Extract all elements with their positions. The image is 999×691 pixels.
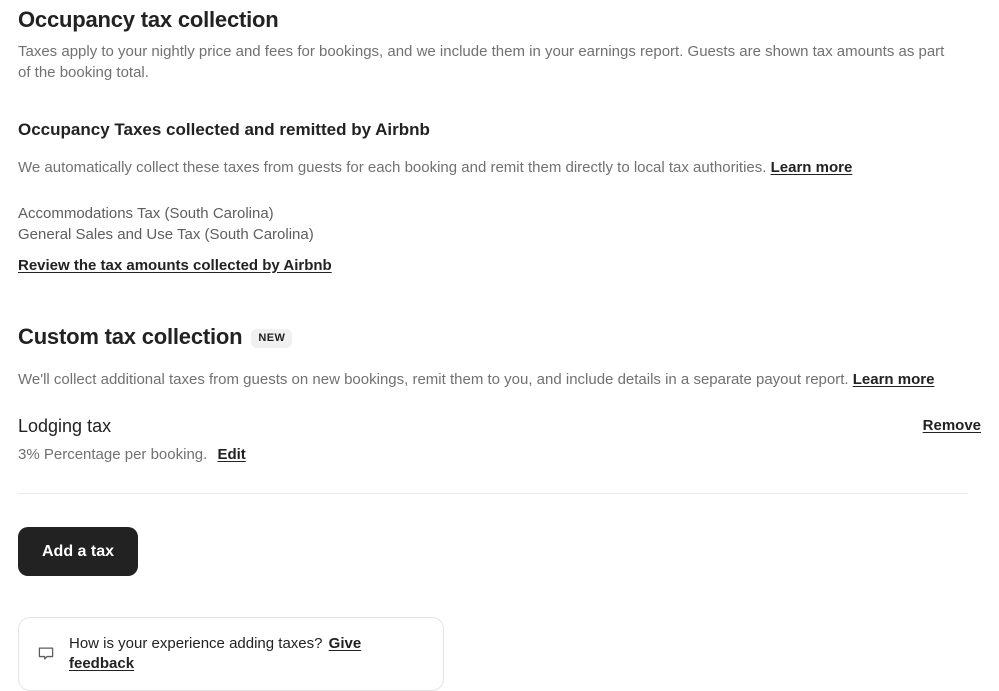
tax-rate-description: 3% Percentage per booking. <box>18 446 208 463</box>
custom-tax-title: Custom tax collection <box>18 324 243 349</box>
remitted-learn-more-link[interactable]: Learn more <box>771 159 853 176</box>
custom-description: We'll collect additional taxes from gues… <box>18 371 849 388</box>
speech-bubble-icon <box>38 647 54 660</box>
review-tax-amounts-link[interactable]: Review the tax amounts collected by Airb… <box>18 257 332 274</box>
page-title: Occupancy tax collection <box>18 7 279 32</box>
remove-tax-link[interactable]: Remove <box>923 415 981 434</box>
remitted-tax-list: Accommodations Tax (South Carolina) Gene… <box>18 203 981 245</box>
add-tax-button[interactable]: Add a tax <box>18 527 139 576</box>
custom-tax-header: Custom tax collection New <box>18 275 981 350</box>
list-item: General Sales and Use Tax (South Carolin… <box>18 226 314 243</box>
list-item: Accommodations Tax (South Carolina) <box>18 205 274 222</box>
remitted-description-row: We automatically collect these taxes fro… <box>18 158 981 178</box>
divider <box>18 493 968 494</box>
tax-meta-row: 3% Percentage per booking. Edit <box>18 445 246 465</box>
review-link-row: Review the tax amounts collected by Airb… <box>18 257 981 275</box>
feedback-prompt: How is your experience adding taxes? <box>69 635 323 652</box>
edit-tax-link[interactable]: Edit <box>217 446 245 463</box>
table-row: Lodging tax 3% Percentage per booking. E… <box>18 415 981 465</box>
tax-row-details: Lodging tax 3% Percentage per booking. E… <box>18 415 246 465</box>
custom-learn-more-link[interactable]: Learn more <box>853 371 935 388</box>
remitted-description: We automatically collect these taxes fro… <box>18 159 767 176</box>
custom-description-row: We'll collect additional taxes from gues… <box>18 370 981 390</box>
occupancy-description: Taxes apply to your nightly price and fe… <box>18 43 945 81</box>
remitted-section-title: Occupancy Taxes collected and remitted b… <box>18 120 430 139</box>
feedback-banner[interactable]: How is your experience adding taxes? Giv… <box>18 617 444 691</box>
status-badge: New <box>251 328 293 348</box>
taxes-settings-page: Occupancy tax collection Taxes apply to … <box>0 0 999 691</box>
tax-name: Lodging tax <box>18 416 112 436</box>
feedback-text-row: How is your experience adding taxes? Giv… <box>69 634 425 674</box>
